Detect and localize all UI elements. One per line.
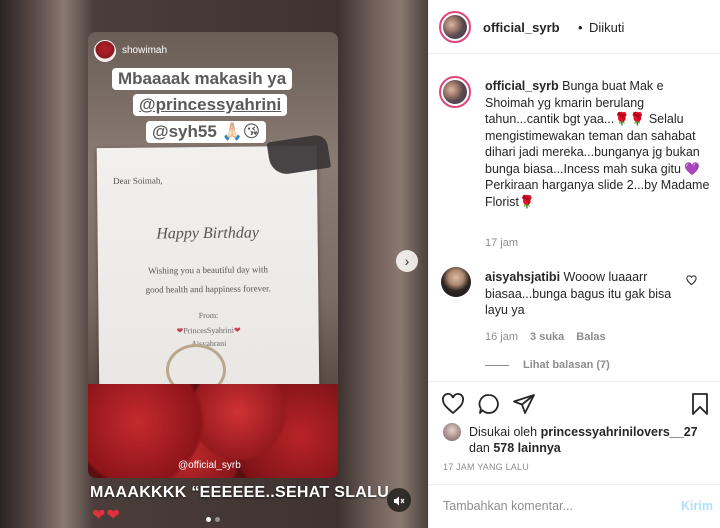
media-overlay-caption: MAAAKKKK “EEEEEE..SEHAT SLALU	[90, 484, 390, 501]
comments-section: official_syrb Bunga buat Mak e Shoimah y…	[429, 55, 720, 381]
commenter-avatar[interactable]	[441, 267, 471, 297]
caption-username[interactable]: official_syrb	[485, 79, 559, 93]
comment-button[interactable]	[477, 392, 501, 416]
liker-avatar[interactable]	[443, 423, 461, 441]
like-button[interactable]	[441, 392, 465, 416]
author-username[interactable]: official_syrb	[483, 20, 560, 35]
post-timestamp[interactable]: 17 JAM YANG LALU	[443, 462, 529, 472]
story-sticker-line-3: @syh55 🙏🏻😘	[146, 121, 267, 143]
post-caption: official_syrb Bunga buat Mak e Shoimah y…	[485, 78, 711, 210]
comment-like-button[interactable]	[686, 275, 697, 289]
post-header: official_syrb • Diikuti	[429, 0, 720, 54]
reply-button[interactable]: Balas	[576, 331, 605, 343]
follow-status[interactable]: Diikuti	[589, 20, 624, 35]
share-button[interactable]	[512, 392, 536, 416]
post-comment-button[interactable]: Kirim	[681, 499, 713, 513]
card-sender: ❤PrincesSyahrini❤	[99, 325, 319, 336]
comment-likes[interactable]: 3 suka	[530, 331, 564, 343]
post-media[interactable]: showimah Mbaaaak makasih ya @princessyah…	[0, 0, 428, 528]
caption-author-avatar[interactable]	[439, 76, 471, 108]
card-sender-name: PrincesSyahrini	[183, 325, 235, 336]
liked-by: Disukai oleh princessyahrinilovers__27 d…	[469, 424, 709, 456]
bookmark-icon	[692, 393, 708, 415]
heart-icon: ❤	[233, 325, 241, 335]
comment-time[interactable]: 16 jam	[485, 331, 518, 343]
liked-by-count[interactable]: 578 lainnya	[493, 441, 560, 455]
carousel-indicator	[206, 509, 224, 527]
mute-button[interactable]	[387, 488, 411, 512]
brush-stroke-decoration	[266, 133, 332, 177]
story-screenshot: showimah Mbaaaak makasih ya @princessyah…	[88, 32, 338, 478]
card-from: From:	[198, 310, 219, 321]
chevron-right-icon: ›	[404, 253, 410, 269]
caption-time[interactable]: 17 jam	[485, 237, 518, 249]
heart-outline-icon	[442, 393, 464, 415]
comment-meta: 16 jam 3 suka Balas	[485, 331, 618, 343]
author-avatar[interactable]	[439, 11, 471, 43]
liked-by-and: dan	[469, 441, 490, 455]
carousel-dot-active	[206, 517, 211, 522]
heart-outline-icon	[686, 275, 697, 286]
card-greeting: Dear Soimah,	[113, 175, 163, 186]
replies-divider	[485, 364, 509, 366]
next-slide-button[interactable]: ›	[396, 250, 418, 272]
liked-by-prefix: Disukai oleh	[469, 425, 538, 439]
paper-plane-icon	[513, 394, 535, 414]
card-wish-line-2: good health and happiness forever.	[145, 283, 271, 295]
story-watermark: @official_syrb	[178, 460, 241, 471]
speaker-muted-icon	[394, 496, 405, 506]
comment: aisyahsjatibi Wooow luaaarr biasaa...bun…	[485, 269, 685, 319]
save-button[interactable]	[688, 392, 712, 416]
view-replies-label: Lihat balasan (7)	[523, 359, 610, 371]
story-sticker-line-2: @princessyahrini	[133, 94, 288, 116]
carousel-dot	[215, 517, 220, 522]
liked-by-user[interactable]: princessyahrinilovers__27	[541, 425, 698, 439]
caption-text: Bunga buat Mak e Shoimah yg kmarin berul…	[485, 79, 710, 209]
card-wish-line-1: Wishing you a beautiful day with	[148, 264, 268, 276]
commenter-username[interactable]: aisyahsjatibi	[485, 270, 560, 284]
story-sticker-line-1: Mbaaaak makasih ya	[112, 68, 293, 90]
comment-input[interactable]	[443, 499, 663, 513]
card-happy-birthday: Happy Birthday	[156, 224, 260, 243]
story-avatar	[94, 40, 116, 62]
header-separator: •	[578, 20, 583, 35]
add-comment-bar: Kirim	[429, 484, 720, 528]
post-detail-panel: official_syrb • Diikuti official_syrb Bu…	[428, 0, 720, 528]
media-overlay-hearts: ❤❤	[92, 507, 121, 524]
speech-bubble-icon	[478, 394, 499, 414]
view-replies-button[interactable]: Lihat balasan (7)	[485, 359, 610, 371]
story-username: showimah	[122, 45, 168, 56]
